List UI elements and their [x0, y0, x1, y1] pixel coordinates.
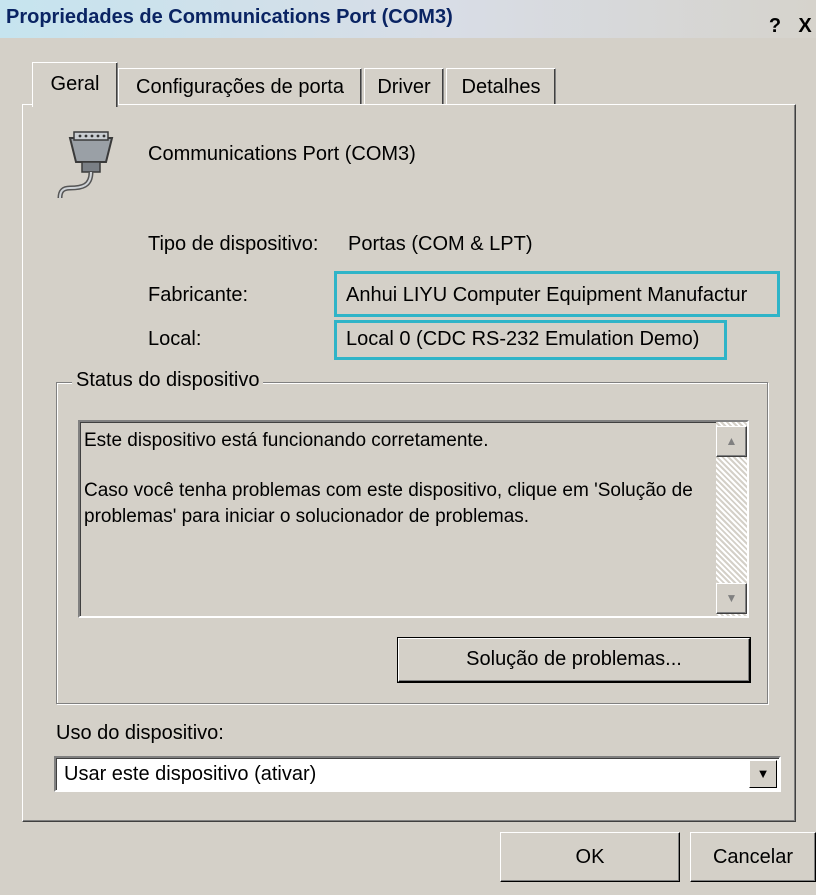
tab-geral[interactable]: Geral: [32, 62, 118, 107]
tab-configuracoes-de-porta[interactable]: Configurações de porta: [118, 68, 362, 105]
tab-detalhes[interactable]: Detalhes: [446, 68, 556, 105]
ok-button[interactable]: OK: [500, 832, 680, 882]
window-title: Propriedades de Communications Port (COM…: [6, 6, 453, 28]
tab-driver[interactable]: Driver: [364, 68, 444, 105]
cancel-button[interactable]: Cancelar: [690, 832, 816, 882]
title-bar[interactable]: Propriedades de Communications Port (COM…: [0, 0, 816, 38]
general-tab-panel: [22, 104, 796, 822]
close-button[interactable]: X: [792, 14, 816, 38]
help-button[interactable]: ?: [762, 14, 788, 38]
